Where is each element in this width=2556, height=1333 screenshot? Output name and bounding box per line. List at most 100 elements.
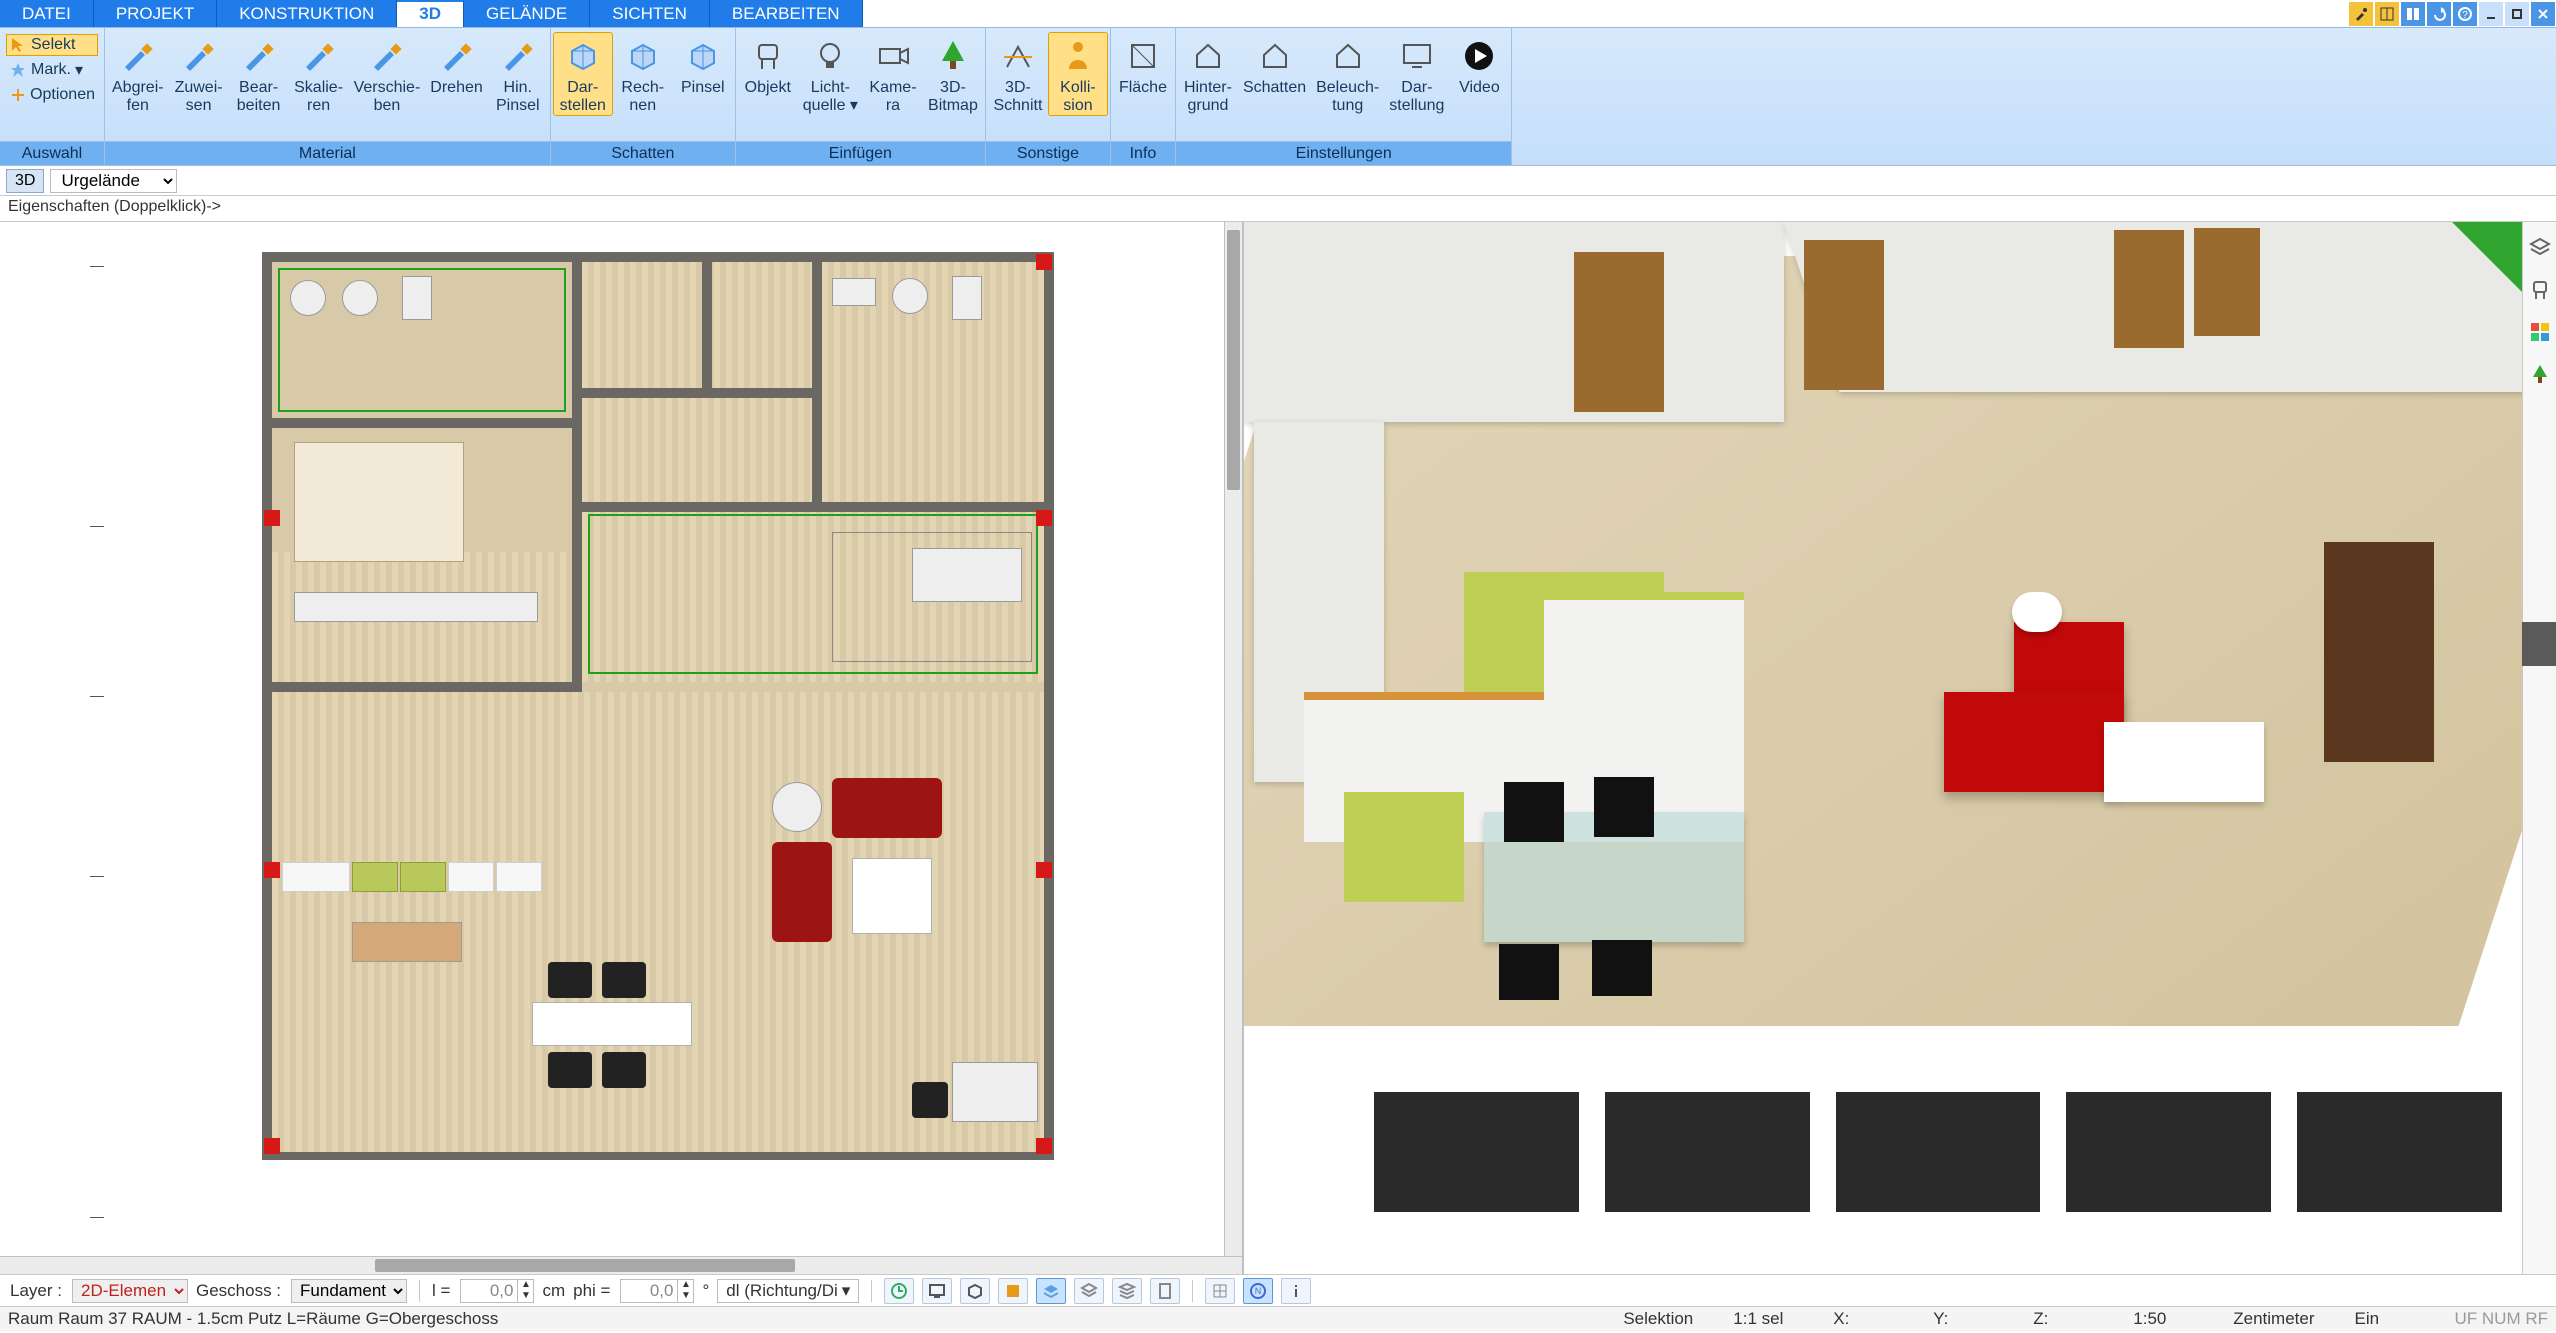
paint-icon[interactable] xyxy=(998,1278,1028,1304)
spin-up-icon[interactable]: ▲ xyxy=(677,1280,693,1291)
ribbon-material-brush-scale[interactable]: Skalie- ren xyxy=(289,32,349,116)
ribbon-sonstige-section[interactable]: 3D- Schnitt xyxy=(988,32,1048,116)
l-field[interactable] xyxy=(461,1281,517,1301)
grid-icon[interactable] xyxy=(1205,1278,1235,1304)
undo-icon[interactable] xyxy=(2427,2,2451,26)
palette-layers-icon[interactable] xyxy=(2526,234,2554,262)
bottom-control-bar: Layer : 2D-Elemen Geschoss : Fundament l… xyxy=(0,1274,2556,1306)
ribbon-einstellungen-play[interactable]: Video xyxy=(1449,32,1509,98)
ribbon-btn-label: Rech- nen xyxy=(621,79,664,115)
ribbon-material-brush-edit[interactable]: Bear- beiten xyxy=(229,32,289,116)
layout-icon[interactable] xyxy=(2375,2,2399,26)
north-icon[interactable]: N xyxy=(1243,1278,1273,1304)
dl-value: dl (Richtung/Di xyxy=(726,1281,838,1301)
phi-input[interactable]: ▲▼ xyxy=(620,1279,694,1303)
ribbon-einstellungen-house-shade[interactable]: Schatten xyxy=(1238,32,1311,98)
brush-back-icon xyxy=(497,35,539,77)
ribbon-btn-label: 3D- Bitmap xyxy=(928,79,978,115)
terrain-select[interactable]: Urgelände xyxy=(50,169,177,193)
menu-tab-gelaende[interactable]: GELÄNDE xyxy=(464,0,590,27)
ribbon-material-brush-plus[interactable]: Zuwei- sen xyxy=(169,32,229,116)
palette-tree-icon[interactable] xyxy=(2526,360,2554,388)
layers2-icon[interactable] xyxy=(1074,1278,1104,1304)
properties-hint[interactable]: Eigenschaften (Doppelklick)-> xyxy=(8,198,221,215)
menu-tab-projekt[interactable]: PROJEKT xyxy=(94,0,217,27)
l-input[interactable]: ▲▼ xyxy=(460,1279,534,1303)
plus-icon xyxy=(9,86,26,104)
status-unit: Zentimeter xyxy=(2233,1309,2314,1329)
brush-move-icon xyxy=(366,35,408,77)
menu-tab-sichten[interactable]: SICHTEN xyxy=(590,0,710,27)
ribbon-einstellungen-house-bg[interactable]: Hinter- grund xyxy=(1178,32,1238,116)
spin-down-icon[interactable]: ▼ xyxy=(677,1291,693,1302)
info-icon[interactable] xyxy=(1281,1278,1311,1304)
options-label: Optionen xyxy=(30,86,95,104)
phi-field[interactable] xyxy=(621,1281,677,1301)
window-tile-icon[interactable] xyxy=(2401,2,2425,26)
dl-select[interactable]: dl (Richtung/Di ▾ xyxy=(717,1279,859,1303)
view-2d[interactable] xyxy=(0,222,1244,1274)
options-button[interactable]: Optionen xyxy=(6,84,98,106)
spin-up-icon[interactable]: ▲ xyxy=(517,1280,533,1291)
terrain-corner-icon xyxy=(2452,222,2522,292)
scene-3d[interactable] xyxy=(1244,222,2522,1256)
stack-icon[interactable] xyxy=(1112,1278,1142,1304)
ribbon-einstellungen-house-light[interactable]: Beleuch- tung xyxy=(1311,32,1384,116)
house-bg-icon xyxy=(1187,35,1229,77)
menu-tab-3d[interactable]: 3D xyxy=(397,0,464,27)
layer-select[interactable]: 2D-Elemen xyxy=(72,1279,188,1303)
cube-brush-icon xyxy=(682,35,724,77)
geschoss-select[interactable]: Fundament xyxy=(291,1279,407,1303)
ribbon-schatten-cube-calc[interactable]: Rech- nen xyxy=(613,32,673,116)
ribbon-material-brush-back[interactable]: Hin. Pinsel xyxy=(488,32,548,116)
menu-tab-konstruktion[interactable]: KONSTRUKTION xyxy=(217,0,397,27)
floor-plan[interactable] xyxy=(90,226,1212,1248)
ribbon-schatten-cube-brush[interactable]: Pinsel xyxy=(673,32,733,98)
mode-badge: 3D xyxy=(6,169,44,193)
ribbon-einfuegen-bulb[interactable]: Licht- quelle ▾ xyxy=(798,32,863,116)
palette-swatches-icon[interactable] xyxy=(2526,318,2554,346)
screen-icon[interactable] xyxy=(922,1278,952,1304)
ribbon-material-brush-minus[interactable]: Abgrei- fen xyxy=(107,32,169,116)
window-minimize-icon[interactable] xyxy=(2479,2,2503,26)
status-z: Z: xyxy=(2033,1309,2093,1329)
doc-icon[interactable] xyxy=(1150,1278,1180,1304)
ribbon-info-area[interactable]: Fläche xyxy=(1113,32,1173,98)
ribbon-btn-label: Dar- stellung xyxy=(1389,79,1444,115)
status-selektion: Selektion xyxy=(1623,1309,1693,1329)
ribbon-material-brush-rotate[interactable]: Drehen xyxy=(425,32,487,98)
ribbon-panel-einstellungen: Hinter- grundSchattenBeleuch- tungDar- s… xyxy=(1176,28,1512,165)
window-maximize-icon[interactable] xyxy=(2505,2,2529,26)
spin-down-icon[interactable]: ▼ xyxy=(517,1291,533,1302)
scrollbar-horizontal[interactable] xyxy=(0,1256,1242,1274)
palette-chair-icon[interactable] xyxy=(2526,276,2554,304)
ribbon-einfuegen-chair[interactable]: Objekt xyxy=(738,32,798,98)
ribbon-panel-material: Abgrei- fenZuwei- senBear- beitenSkalie-… xyxy=(105,28,551,165)
house-shade-icon xyxy=(1254,35,1296,77)
scrollbar-vertical[interactable] xyxy=(1224,222,1242,1256)
ribbon-sonstige-person[interactable]: Kolli- sion xyxy=(1048,32,1108,116)
ribbon-btn-label: Hin. Pinsel xyxy=(496,79,540,115)
ribbon-material-brush-move[interactable]: Verschie- ben xyxy=(349,32,426,116)
help-icon[interactable]: ? xyxy=(2453,2,2477,26)
ribbon-schatten-cube-shade[interactable]: Dar- stellen xyxy=(553,32,613,116)
ribbon-einfuegen-tree[interactable]: 3D- Bitmap xyxy=(923,32,983,116)
palette-expander[interactable] xyxy=(2522,622,2556,666)
ribbon-einstellungen-monitor[interactable]: Dar- stellung xyxy=(1384,32,1449,116)
window-close-icon[interactable] xyxy=(2531,2,2555,26)
geschoss-label: Geschoss : xyxy=(196,1281,281,1301)
ribbon-panel-info: Fläche Info xyxy=(1111,28,1176,165)
mark-button[interactable]: Mark. ▾ xyxy=(6,58,98,82)
view-3d[interactable] xyxy=(1244,222,2556,1274)
tools-icon[interactable] xyxy=(2349,2,2373,26)
layers-icon[interactable] xyxy=(1036,1278,1066,1304)
cube-icon[interactable] xyxy=(960,1278,990,1304)
chevron-down-icon: ▾ xyxy=(842,1281,851,1301)
menu-tab-bearbeiten[interactable]: BEARBEITEN xyxy=(710,0,863,27)
menu-tab-datei[interactable]: DATEI xyxy=(0,0,94,27)
house-light-icon xyxy=(1327,35,1369,77)
ribbon-btn-label: Abgrei- fen xyxy=(112,79,164,115)
clock-icon[interactable] xyxy=(884,1278,914,1304)
select-button[interactable]: Selekt xyxy=(6,34,98,56)
ribbon-einfuegen-camera[interactable]: Kame- ra xyxy=(863,32,923,116)
